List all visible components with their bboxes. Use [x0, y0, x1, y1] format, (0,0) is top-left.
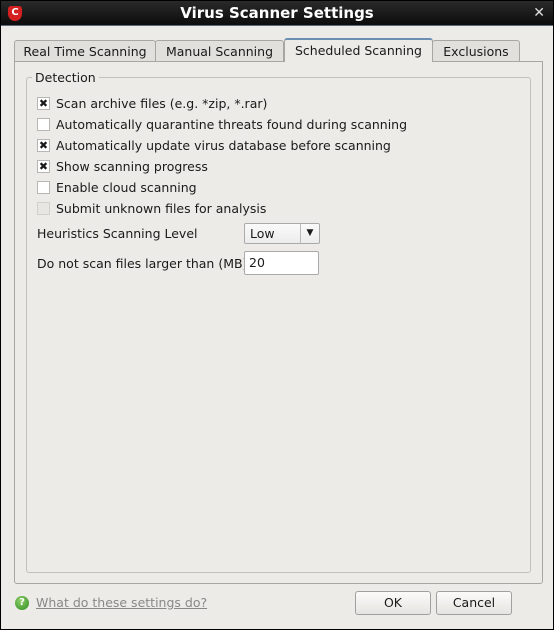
max-size-input[interactable]: 20 [244, 251, 319, 275]
checkbox-label: Automatically update virus database befo… [56, 137, 391, 153]
close-icon[interactable]: ✕ [533, 1, 545, 26]
virus-scanner-settings-dialog: C Virus Scanner Settings ✕ Real Time Sca… [0, 0, 554, 630]
checkbox-label: Show scanning progress [56, 158, 208, 174]
auto-update-checkbox[interactable]: ✖ Automatically update virus database bef… [37, 136, 391, 154]
submit-unknown-checkbox: Submit unknown files for analysis [37, 199, 266, 217]
help-link[interactable]: What do these settings do? [36, 595, 207, 610]
chevron-down-icon[interactable]: ▼ [300, 224, 319, 243]
tab-exclusions[interactable]: Exclusions [432, 40, 520, 62]
auto-quarantine-checkbox[interactable]: Automatically quarantine threats found d… [37, 115, 407, 133]
checkbox-unchecked-icon[interactable] [37, 117, 50, 131]
checkbox-label: Scan archive files (e.g. *zip, *.rar) [56, 95, 268, 111]
checkbox-unchecked-icon[interactable] [37, 180, 50, 194]
scan-archive-checkbox[interactable]: ✖ Scan archive files (e.g. *zip, *.rar) [37, 94, 267, 112]
max-size-label: Do not scan files larger than (MB) [37, 255, 248, 271]
checkbox-checked-icon[interactable]: ✖ [37, 159, 50, 173]
show-progress-checkbox[interactable]: ✖ Show scanning progress [37, 157, 208, 175]
tab-manual-scanning[interactable]: Manual Scanning [155, 40, 284, 62]
checkbox-disabled-icon [37, 201, 50, 215]
cloud-scanning-checkbox[interactable]: Enable cloud scanning [37, 178, 197, 196]
detection-legend: Detection [32, 70, 99, 85]
heuristics-value: Low [250, 226, 275, 241]
checkbox-label: Enable cloud scanning [56, 179, 197, 195]
heuristics-level-select[interactable]: Low ▼ [244, 223, 320, 244]
ok-button[interactable]: OK [355, 591, 431, 615]
checkbox-label: Submit unknown files for analysis [56, 200, 267, 216]
tab-scheduled-scanning[interactable]: Scheduled Scanning [284, 38, 433, 62]
checkbox-checked-icon[interactable]: ✖ [37, 96, 50, 110]
tab-real-time-scanning[interactable]: Real Time Scanning [14, 40, 156, 62]
window-title: Virus Scanner Settings [180, 4, 374, 22]
heuristics-label: Heuristics Scanning Level [37, 225, 198, 241]
question-icon: ? [15, 596, 29, 610]
checkbox-label: Automatically quarantine threats found d… [56, 116, 408, 132]
checkbox-checked-icon[interactable]: ✖ [37, 138, 50, 152]
cancel-button[interactable]: Cancel [436, 591, 512, 615]
app-logo-icon: C [8, 6, 22, 21]
title-bar: C Virus Scanner Settings ✕ [1, 1, 553, 26]
